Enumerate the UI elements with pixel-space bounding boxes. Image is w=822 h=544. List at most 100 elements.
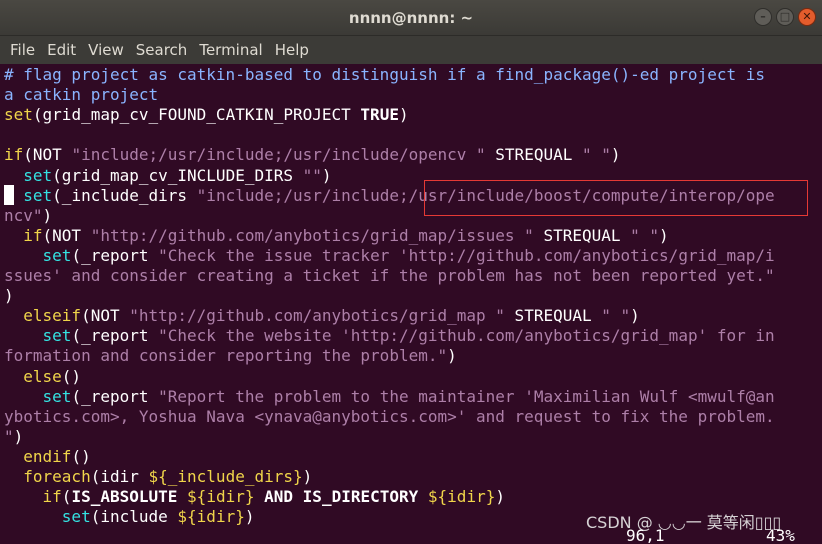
- code-token: ): [630, 306, 640, 326]
- code-token: ncv": [4, 205, 43, 225]
- menu-file[interactable]: File: [4, 36, 41, 64]
- code-token: ybotics.com>, Yoshua Nava <ynava@anyboti…: [4, 406, 775, 426]
- code-token: ${idir}: [177, 507, 245, 527]
- code-line: "): [4, 427, 23, 447]
- menu-edit[interactable]: Edit: [41, 36, 82, 64]
- text-cursor: [4, 185, 14, 205]
- code-line: set(_report "Check the website 'http://g…: [4, 326, 775, 346]
- code-line: set(_report "Check the issue tracker 'ht…: [4, 246, 775, 266]
- code-line: ssues' and consider creating a ticket if…: [4, 266, 775, 286]
- code-token: if: [4, 225, 43, 245]
- code-token: ): [302, 467, 313, 486]
- code-line: set(grid_map_cv_FOUND_CATKIN_PROJECT TRU…: [4, 105, 409, 125]
- code-token: " ": [601, 306, 631, 326]
- menu-bar: File Edit View Search Terminal Help: [0, 36, 822, 64]
- watermark: CSDN @ ◡◡一 莫等闲▯▯▯: [586, 513, 782, 532]
- code-token: (_report: [71, 386, 159, 406]
- cursor-position: 96,1: [626, 526, 665, 544]
- code-token: IS_ABSOLUTE: [71, 487, 178, 507]
- code-token: "include;/usr/include;/usr/include/openc…: [71, 145, 486, 165]
- code-token: "http://github.com/anybotics/grid_map/is…: [90, 225, 534, 245]
- code-token: (: [61, 487, 72, 507]
- code-token: a catkin project: [4, 85, 159, 105]
- window-controls: – □ ✕: [754, 8, 816, 28]
- code-token: AND: [264, 487, 294, 507]
- code-token: (grid_map_cv_FOUND_CATKIN_PROJECT: [32, 105, 361, 125]
- code-token: ): [13, 426, 24, 446]
- code-token: endif: [4, 446, 72, 466]
- code-line: elseif(NOT "http://github.com/anybotics/…: [4, 306, 640, 326]
- code-token: (): [71, 446, 91, 466]
- code-token: set: [4, 165, 53, 185]
- code-token: ): [610, 145, 621, 165]
- code-token: ssues' and consider creating a ticket if…: [4, 266, 775, 285]
- code-token: IS_DIRECTORY: [302, 487, 419, 507]
- code-token: ): [42, 205, 53, 225]
- menu-view[interactable]: View: [82, 36, 130, 64]
- scroll-percent: 43%: [766, 526, 795, 544]
- code-token: TRUE: [360, 105, 399, 125]
- code-token: foreach: [4, 467, 91, 486]
- code-token: ): [398, 105, 409, 125]
- code-token: (_include_dirs: [52, 185, 197, 205]
- code-token: (_report: [71, 326, 159, 346]
- code-line: ): [4, 286, 14, 306]
- code-line: formation and consider reporting the pro…: [4, 346, 457, 366]
- menu-help[interactable]: Help: [269, 36, 315, 64]
- code-token: ): [659, 225, 669, 245]
- code-line: a catkin project: [4, 85, 158, 105]
- code-token: "Check the issue tracker 'http://github.…: [158, 245, 775, 265]
- code-token: set: [4, 386, 72, 406]
- code-token: STREQUAL: [533, 225, 631, 245]
- code-token: if: [4, 487, 62, 507]
- code-line: # flag project as catkin-based to distin…: [4, 65, 765, 85]
- code-token: ${idir}: [427, 487, 496, 507]
- code-token: if: [4, 145, 24, 165]
- code-token: # flag project as catkin-based to distin…: [4, 65, 765, 84]
- window-titlebar[interactable]: nnnn@nnnn: ~ – □ ✕: [0, 0, 822, 36]
- code-token: ${idir}: [187, 487, 255, 507]
- code-line: set(include ${idir}): [4, 507, 255, 527]
- window-title: nnnn@nnnn: ~: [348, 9, 474, 27]
- code-token: ): [495, 487, 505, 507]
- terminal-content[interactable]: # flag project as catkin-based to distin…: [0, 64, 822, 544]
- code-line: ncv"): [4, 206, 52, 226]
- code-token: " ": [581, 145, 611, 165]
- code-token: (_report: [71, 245, 159, 265]
- code-token: (include: [90, 507, 178, 527]
- menu-search[interactable]: Search: [130, 36, 194, 64]
- menu-terminal[interactable]: Terminal: [193, 36, 268, 64]
- close-icon[interactable]: ✕: [798, 8, 816, 26]
- code-token: set: [4, 245, 72, 265]
- code-line: foreach(idir ${_include_dirs}): [4, 467, 312, 487]
- minimize-icon[interactable]: –: [754, 8, 772, 26]
- code-token: ): [244, 507, 255, 527]
- maximize-icon[interactable]: □: [776, 8, 794, 26]
- code-token: "": [302, 165, 322, 185]
- code-token: (NOT: [23, 145, 72, 165]
- code-token: STREQUAL: [504, 306, 602, 326]
- code-token: ): [4, 286, 14, 306]
- code-token: (NOT: [42, 225, 91, 245]
- code-token: (grid_map_cv_INCLUDE_DIRS: [52, 165, 303, 185]
- code-token: formation and consider reporting the pro…: [4, 346, 448, 366]
- code-token: " ": [630, 225, 660, 245]
- code-token: (): [61, 366, 82, 386]
- code-line: endif(): [4, 446, 91, 467]
- code-line: set(_report "Report the problem to the m…: [4, 387, 775, 407]
- code-token: STREQUAL: [485, 145, 582, 165]
- code-token: ): [321, 165, 332, 185]
- code-token: elseif: [4, 306, 82, 326]
- highlight-box: [424, 180, 808, 216]
- code-token: "http://github.com/anybotics/grid_map ": [129, 306, 505, 326]
- code-line: set(grid_map_cv_INCLUDE_DIRS ""): [4, 165, 332, 186]
- code-line: ybotics.com>, Yoshua Nava <ynava@anyboti…: [4, 407, 775, 427]
- code-token: set: [4, 507, 91, 527]
- code-line: if(IS_ABSOLUTE ${idir} AND IS_DIRECTORY …: [4, 487, 505, 507]
- code-line: if(NOT "http://github.com/anybotics/grid…: [4, 225, 669, 246]
- code-token: set: [4, 105, 33, 125]
